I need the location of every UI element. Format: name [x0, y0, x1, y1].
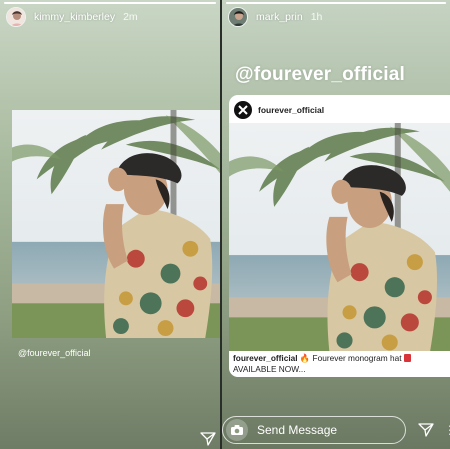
profile-avatar[interactable] [6, 7, 26, 27]
mention-sticker[interactable]: @fourever_official [18, 348, 91, 358]
story-username[interactable]: kimmy_kimberley [34, 11, 115, 23]
paper-plane-icon[interactable] [418, 423, 434, 437]
caption-account: fourever_official [233, 353, 298, 363]
story-header: kimmy_kimberley 2m [6, 6, 138, 28]
red-tag-emoji-icon [403, 354, 411, 362]
send-message-input[interactable]: Send Message [222, 416, 406, 444]
caption-text: Fourever monogram hat [310, 353, 404, 363]
story-left[interactable]: kimmy_kimberley 2m @fourever_official [0, 0, 220, 449]
story-progress-bar [4, 2, 216, 4]
send-message-placeholder: Send Message [257, 423, 338, 437]
post-caption: fourever_official 🔥 Fourever monogram ha… [233, 353, 443, 374]
story-progress-fill [4, 2, 216, 4]
camera-icon[interactable] [226, 419, 248, 441]
story-header: mark_prin 1h [228, 6, 322, 28]
post-account-name[interactable]: fourever_official [258, 105, 324, 115]
paper-plane-icon[interactable] [200, 432, 216, 446]
mention-sticker[interactable]: @fourever_official [235, 64, 405, 86]
story-right[interactable]: mark_prin 1h @fourever_official fourever… [222, 0, 450, 449]
story-username[interactable]: mark_prin [256, 11, 303, 23]
post-photo [229, 123, 450, 351]
profile-avatar[interactable] [228, 7, 248, 27]
story-time: 2m [123, 11, 138, 23]
caption-line-2: AVAILABLE NOW... [233, 363, 306, 374]
story-photo [12, 110, 220, 338]
more-options-icon[interactable]: ⋮ [444, 423, 450, 437]
story-viewer: kimmy_kimberley 2m @fourever_official ma… [0, 0, 450, 449]
post-header: fourever_official [234, 100, 324, 120]
story-progress-fill [226, 2, 446, 4]
shared-post-card[interactable]: fourever_official fourever_official 🔥 Fo… [229, 95, 450, 377]
story-time: 1h [310, 11, 323, 23]
fire-emoji-icon: 🔥 [299, 353, 311, 363]
story-progress-bar [226, 2, 446, 4]
brand-logo-icon[interactable] [234, 101, 252, 119]
